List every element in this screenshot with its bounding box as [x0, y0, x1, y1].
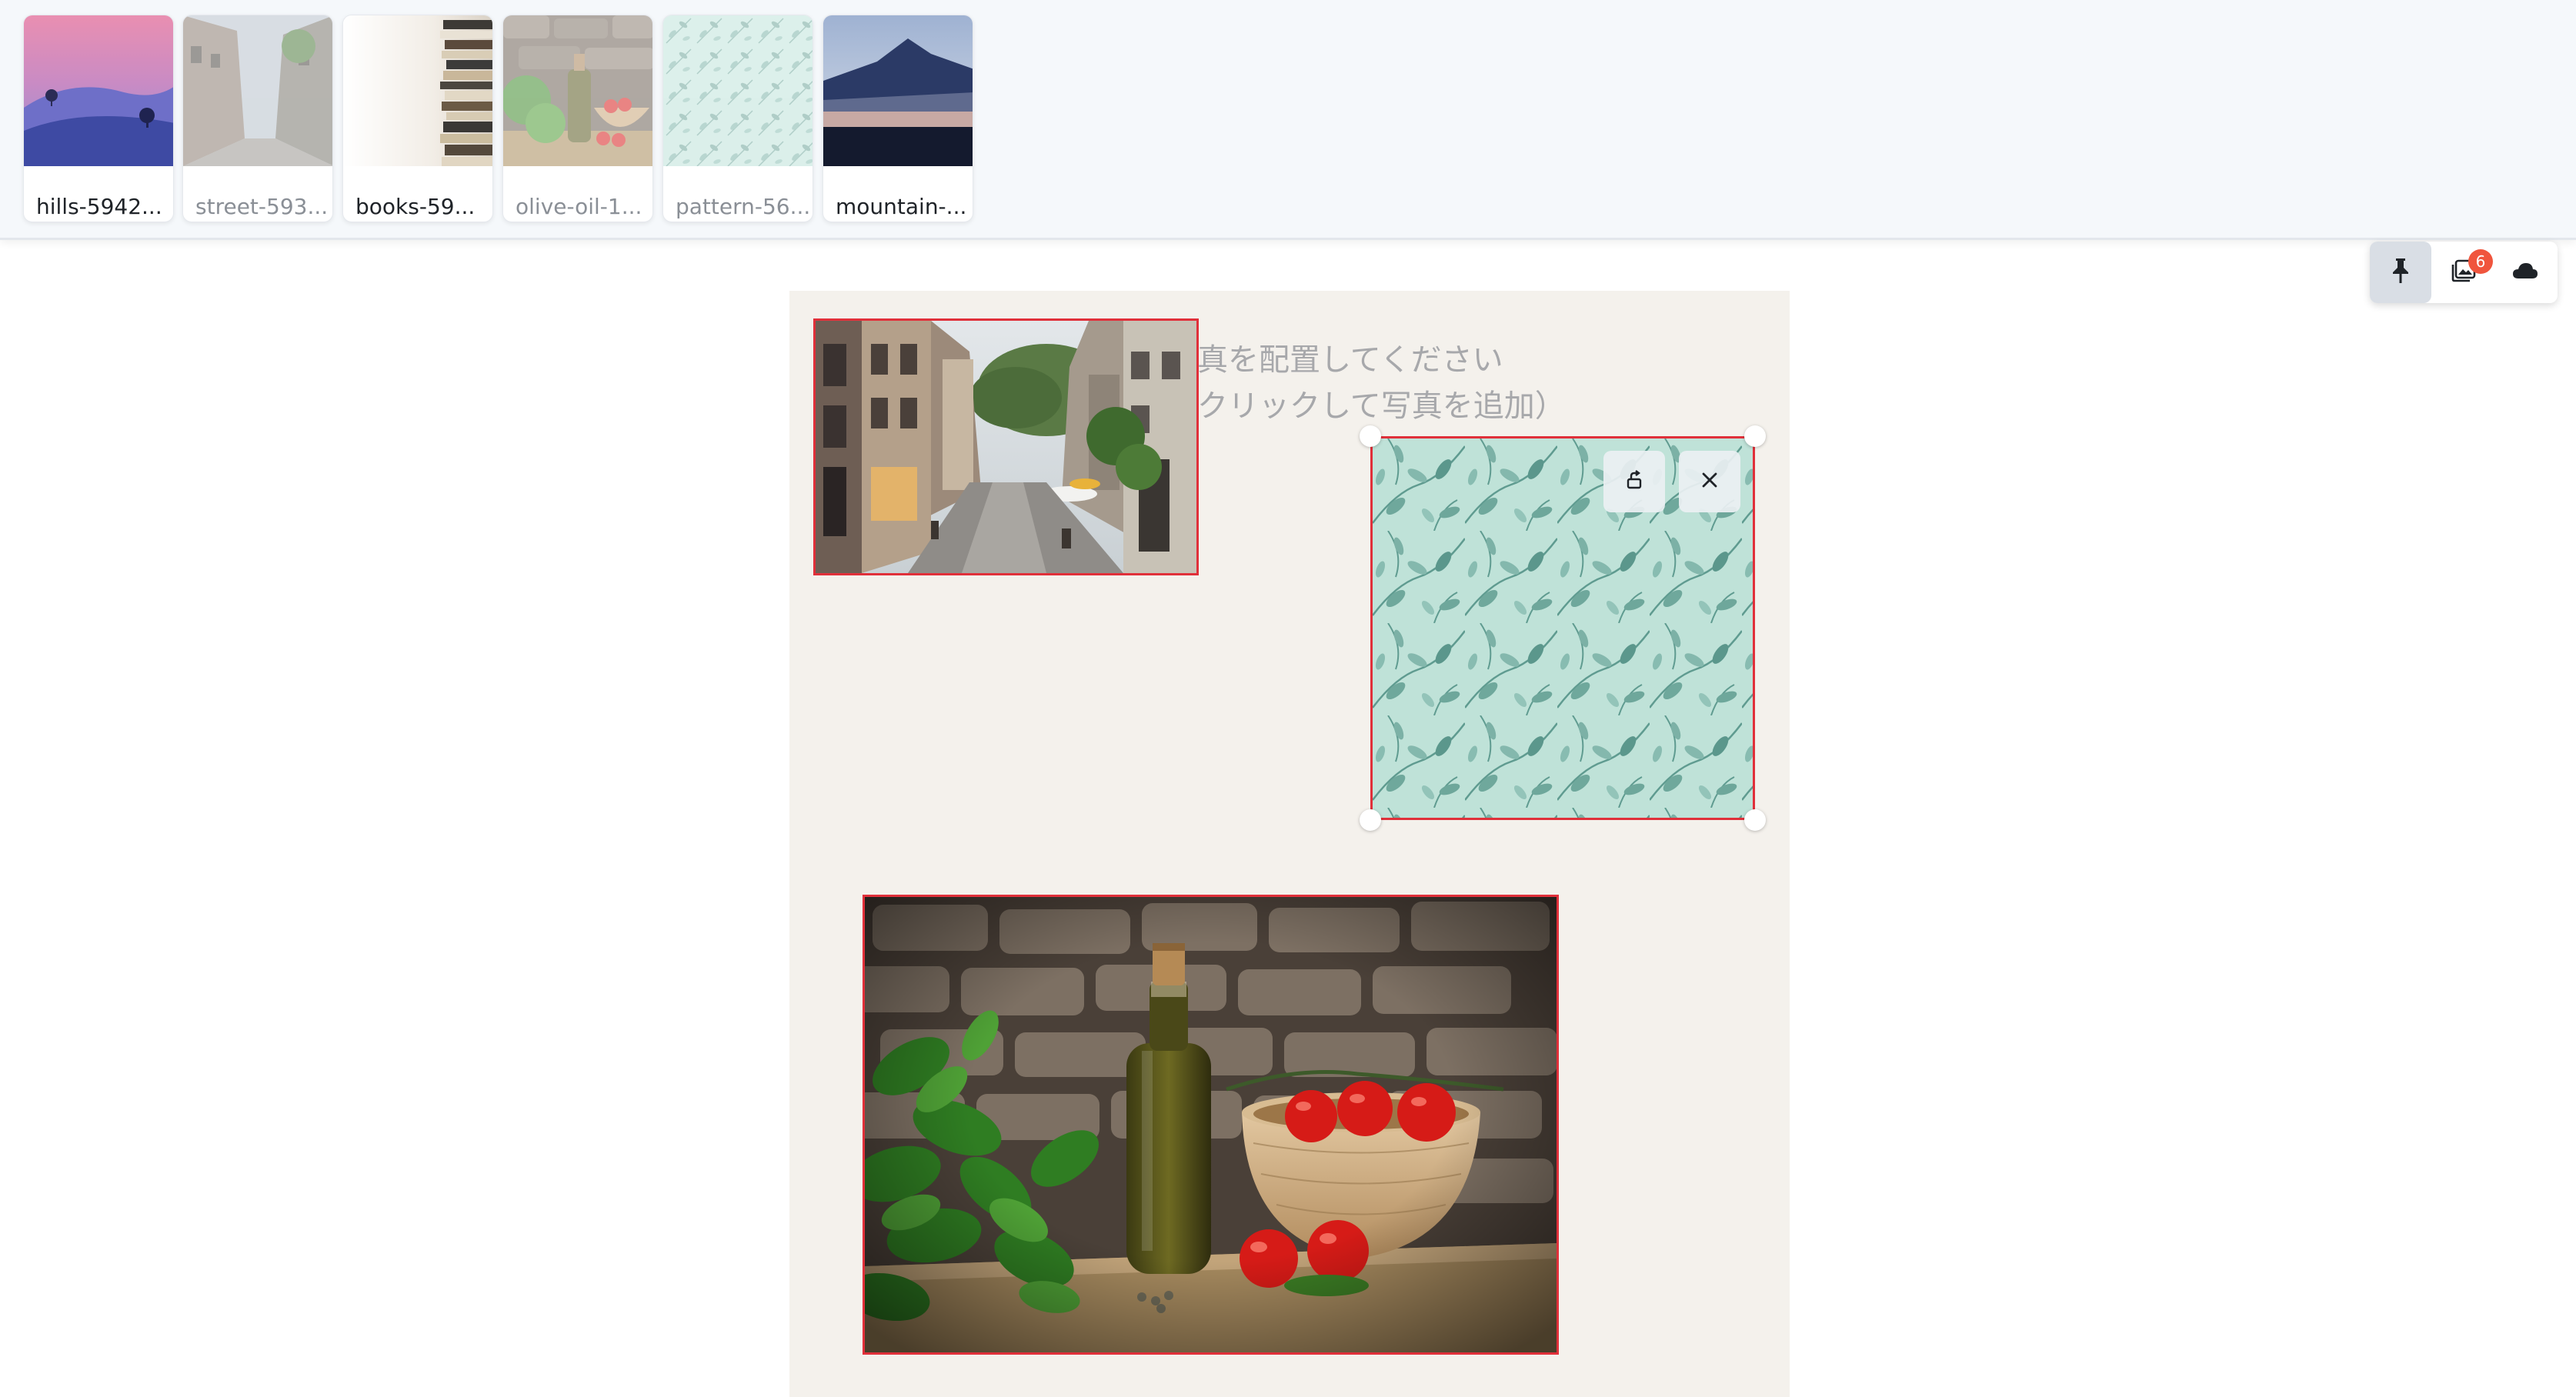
thumbnail-label: pattern-56... [676, 194, 811, 219]
pin-icon [2389, 257, 2412, 288]
rotate-button[interactable] [1603, 451, 1665, 512]
thumbnail-books[interactable]: books-59... [342, 15, 493, 222]
thumbnail-hills[interactable]: hills-5942... [23, 15, 174, 222]
resize-handle-bottom-right[interactable] [1744, 809, 1766, 831]
thumbnail-pattern[interactable]: pattern-56... [662, 15, 813, 222]
thumbnail-label: books-59... [355, 194, 475, 219]
thumbnail-olive-oil[interactable]: olive-oil-1... [502, 15, 653, 222]
thumbnail-street[interactable]: street-593... [182, 15, 333, 222]
placed-photo-street[interactable] [813, 318, 1199, 575]
hint-line-1: 真を配置してください [1197, 342, 1503, 378]
thumbnail-mountain[interactable]: mountain-... [823, 15, 973, 222]
thumbnail-image [183, 15, 332, 166]
cloud-icon [2511, 262, 2539, 283]
thumbnail-image [503, 15, 652, 166]
remove-photo-button[interactable] [1679, 451, 1740, 512]
hint-line-2: クリックして写真を追加） [1197, 388, 1566, 424]
close-icon [1700, 471, 1719, 492]
thumbnail-label: street-593... [195, 194, 329, 219]
photo-tray: hills-5942... street-593... books-59... … [0, 0, 2576, 240]
thumbnail-image [24, 15, 173, 166]
photos-button[interactable]: 6 [2433, 242, 2494, 303]
thumbnail-label: mountain-... [836, 194, 967, 219]
empty-slot-hint: 真を配置してください クリックして写真を追加） [1197, 337, 1566, 429]
resize-handle-bottom-left[interactable] [1360, 809, 1381, 831]
cloud-button[interactable] [2494, 242, 2556, 303]
thumbnail-image [343, 15, 492, 166]
thumbnail-label: olive-oil-1... [516, 194, 642, 219]
photos-count-badge: 6 [2468, 249, 2493, 274]
placed-photo-olive-oil[interactable] [863, 895, 1559, 1355]
layout-canvas[interactable]: 真を配置してください クリックして写真を追加） [789, 291, 1790, 1397]
resize-handle-top-left[interactable] [1360, 425, 1381, 447]
rotate-icon [1623, 469, 1645, 494]
thumbnail-label: hills-5942... [36, 194, 162, 219]
thumbnail-image [663, 15, 813, 166]
floating-toolbar: 6 [2370, 242, 2558, 303]
resize-handle-top-right[interactable] [1744, 425, 1766, 447]
pin-button[interactable] [2370, 242, 2431, 303]
thumbnail-image [823, 15, 973, 166]
